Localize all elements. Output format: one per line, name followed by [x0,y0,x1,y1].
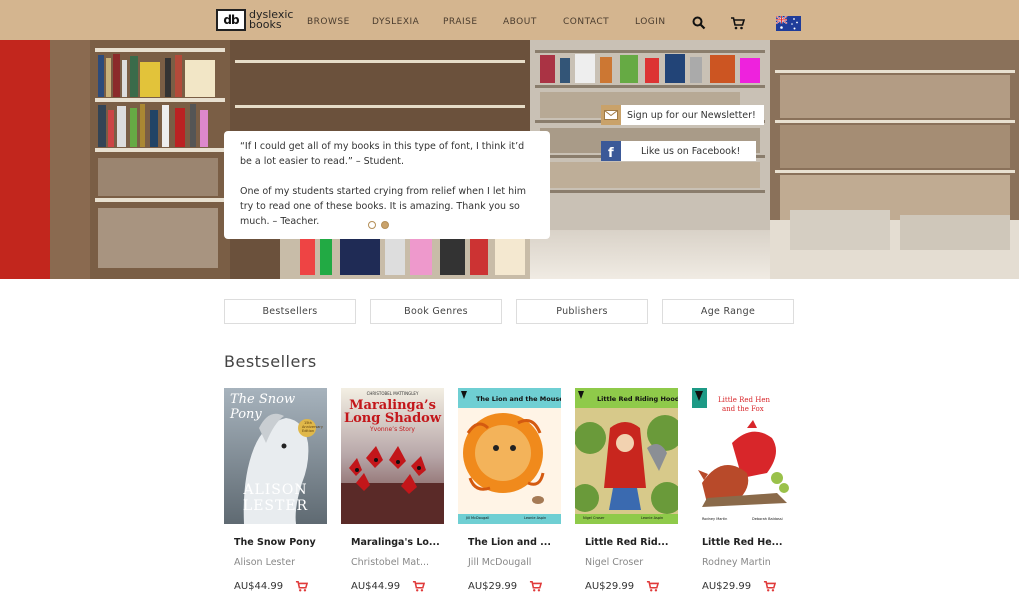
price-row: AU$29.99 [458,577,561,596]
book-price: AU$44.99 [234,581,284,592]
cover-title: The Snow Pony [230,392,296,422]
facebook-icon: f [601,141,621,161]
book-card: The Lion and the Mouse Jill McDougall Le… [458,388,561,596]
book-price: AU$44.99 [351,581,401,592]
book-author: Alison Lester [234,557,295,568]
book-price: AU$29.99 [702,581,752,592]
book-title[interactable]: Little Red He... [692,537,795,548]
cover-author: Rodney Martin [702,517,728,521]
svg-text:f: f [608,146,614,158]
book-card: The Snow Pony 15th Anniversary Edition A… [224,388,327,596]
tab-book-genres[interactable]: Book Genres [370,299,502,324]
facebook-label: Like us on Facebook! [641,145,741,157]
nav-about[interactable]: ABOUT [503,17,537,27]
nav-login[interactable]: LOGIN [635,17,666,27]
newsletter-button[interactable]: Sign up for our Newsletter! [601,105,764,125]
price-row: AU$29.99 [575,577,678,596]
carousel-dots [368,221,389,229]
nav-praise[interactable]: PRAISE [443,17,478,27]
red-riding-hood-cover-art [575,388,678,524]
cover-author: ALISON LESTER [242,482,309,514]
price-row: AU$44.99 [224,577,327,596]
testimonial-card: “If I could get all of my books in this … [224,131,550,239]
cover-subtitle: Yvonne’s Story [370,426,415,433]
book-price: AU$29.99 [468,581,518,592]
carousel-dot-1[interactable] [368,221,376,229]
australia-flag-icon[interactable] [775,15,801,31]
cover-title: Little Red Hen and the Fox [718,396,770,414]
book-cover[interactable]: Little Red Hen and the Fox Rodney Martin… [692,388,795,524]
book-cover[interactable]: The Snow Pony 15th Anniversary Edition A… [224,388,327,524]
book-title[interactable]: Little Red Rid... [575,537,678,548]
book-card: Little Red Hen and the Fox Rodney Martin… [692,388,795,596]
cover-illustrator: Leonie Aspin [524,516,547,520]
facebook-button[interactable]: f Like us on Facebook! [601,141,756,161]
nav-contact[interactable]: CONTACT [563,17,609,27]
logo-mark: db [216,9,246,31]
book-cover[interactable]: The Lion and the Mouse Jill McDougall Le… [458,388,561,524]
section-title: Bestsellers [224,352,317,371]
cover-author: CHRISTOBEL MATTINGLEY [366,391,419,396]
book-author: Nigel Croser [585,557,644,568]
envelope-icon [601,105,621,125]
cover-title: The Lion and the Mouse [476,395,561,403]
nav-dyslexia[interactable]: DYSLEXIA [372,17,419,27]
cover-title: Maralinga’s Long Shadow [341,399,444,425]
add-to-cart-icon[interactable] [529,577,543,596]
cover-badge: 15th Anniversary Edition [302,421,323,433]
add-to-cart-icon[interactable] [646,577,660,596]
tab-age-range[interactable]: Age Range [662,299,794,324]
book-card: Little Red Riding Hood Nigel Croser Leon… [575,388,678,596]
book-card: CHRISTOBEL MATTINGLEY Maralinga’s Long S… [341,388,444,596]
book-title[interactable]: The Lion and ... [458,537,561,548]
add-to-cart-icon[interactable] [763,577,777,596]
logo-text-line2: books [249,18,282,31]
tab-bestsellers[interactable]: Bestsellers [224,299,356,324]
book-cover[interactable]: Little Red Riding Hood Nigel Croser Leon… [575,388,678,524]
book-author: Jill McDougall [468,557,532,568]
cover-title-line1: Little Red Hen [718,396,770,404]
cover-illustrator: Deborah Baldassi [752,517,783,521]
search-icon[interactable] [692,15,706,34]
cart-icon[interactable] [730,15,746,34]
top-nav: db dyslexic books BROWSE DYSLEXIA PRAISE… [0,0,1019,40]
nav-browse[interactable]: BROWSE [307,17,350,27]
add-to-cart-icon[interactable] [295,577,309,596]
book-cover[interactable]: CHRISTOBEL MATTINGLEY Maralinga’s Long S… [341,388,444,524]
cover-title: Little Red Riding Hood [597,395,678,403]
newsletter-label: Sign up for our Newsletter! [627,109,756,121]
testimonial-quote-1: “If I could get all of my books in this … [240,141,525,167]
add-to-cart-icon[interactable] [412,577,426,596]
cover-author: Nigel Croser [583,516,605,520]
hero-banner: “If I could get all of my books in this … [0,40,1019,279]
cover-illustrator: Leonie Aspin [641,516,664,520]
cover-title-line2: Long Shadow [343,411,442,426]
tab-publishers[interactable]: Publishers [516,299,648,324]
price-row: AU$44.99 [341,577,444,596]
book-author: Rodney Martin [702,557,771,568]
book-author: Christobel Mat... [351,557,430,568]
price-row: AU$29.99 [692,577,795,596]
lion-mouse-cover-art [458,388,561,524]
site-logo[interactable]: db dyslexic books [216,9,309,31]
book-price: AU$29.99 [585,581,635,592]
logo-wordmark: dyslexic books [249,9,309,31]
carousel-dot-2[interactable] [381,221,389,229]
cover-author: Jill McDougall [466,516,490,520]
book-title[interactable]: Maralinga's Lo... [341,537,444,548]
book-title[interactable]: The Snow Pony [224,537,327,548]
cover-title-line2: and the Fox [722,405,764,413]
